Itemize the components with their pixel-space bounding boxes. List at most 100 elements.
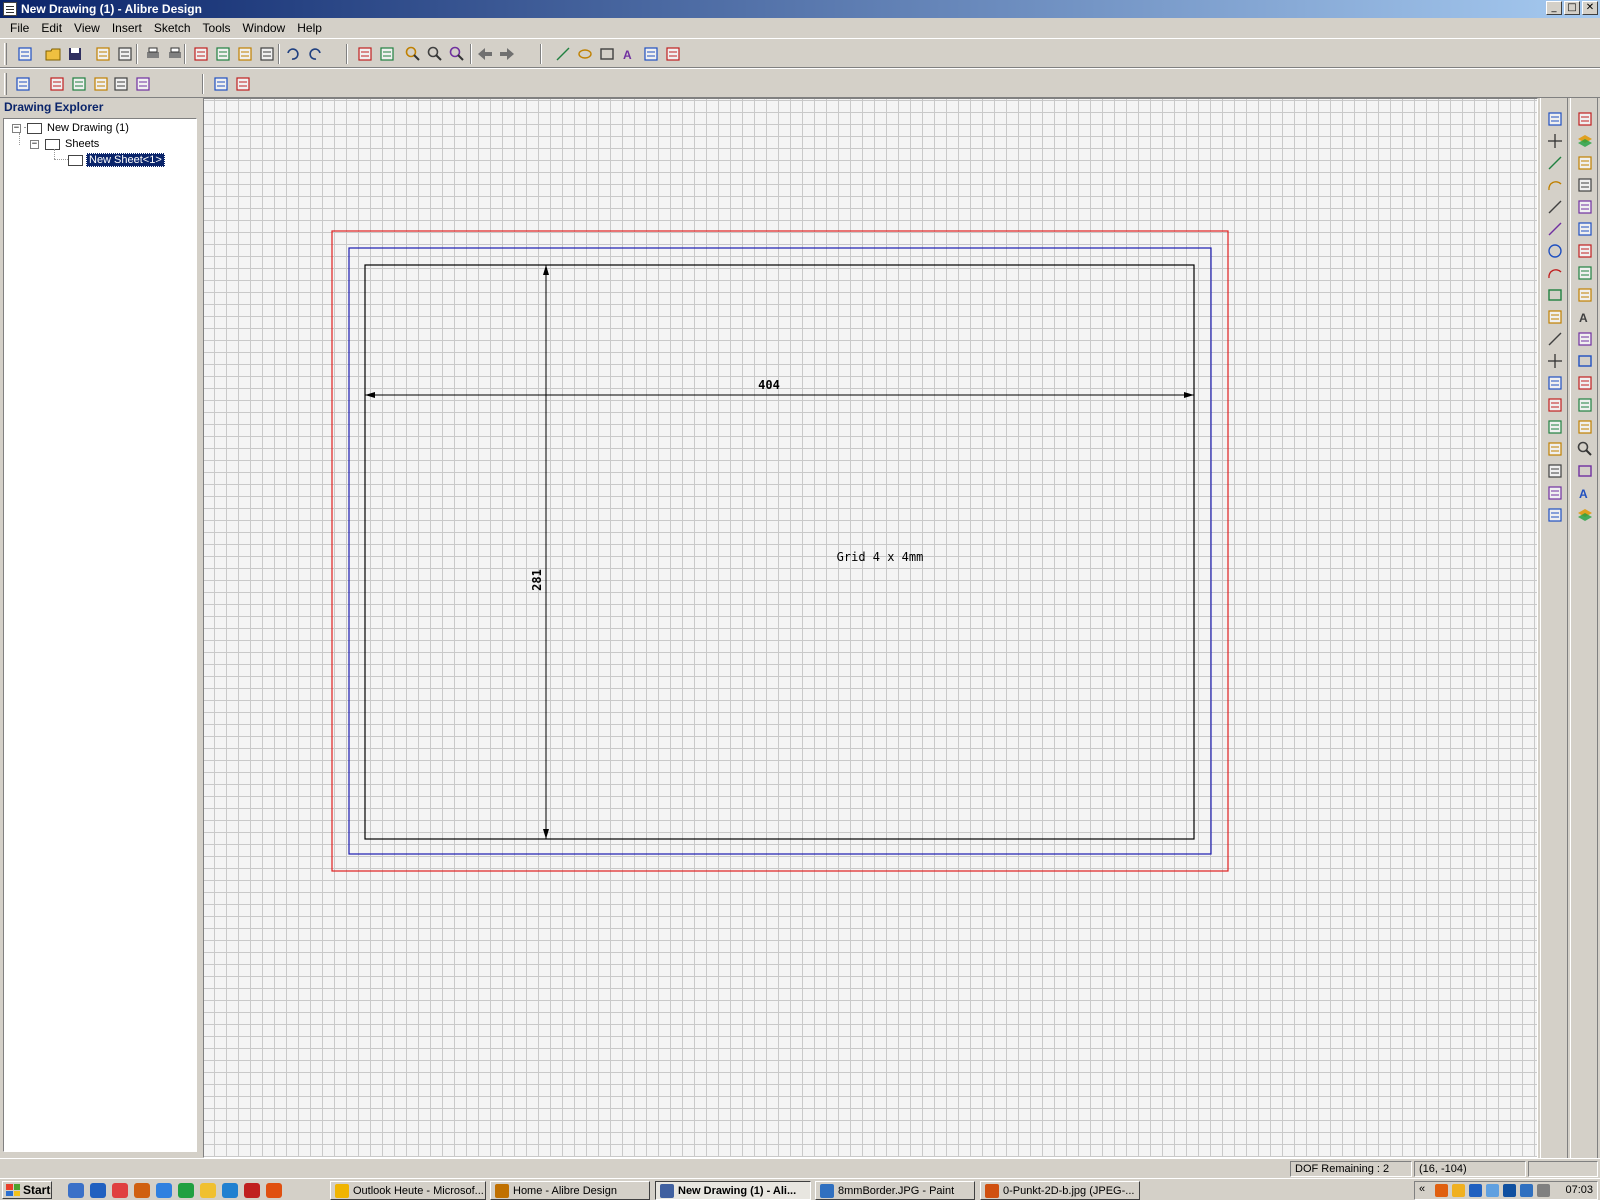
drawing-canvas[interactable]: 404 281 Grid 4 x 4mm: [203, 98, 1538, 1158]
forward-arrow-icon[interactable]: [498, 45, 516, 63]
mirror-icon[interactable]: [1546, 506, 1564, 524]
tray-app-icon[interactable]: [1486, 1184, 1499, 1197]
line-icon[interactable]: [1546, 154, 1564, 172]
revision-icon[interactable]: [1576, 374, 1594, 392]
open-icon[interactable]: [44, 45, 62, 63]
diagonal-line-icon[interactable]: [1546, 198, 1564, 216]
taskbar-button[interactable]: 0-Punkt-2D-b.jpg (JPEG-...: [980, 1181, 1140, 1200]
skype-icon[interactable]: [222, 1183, 238, 1198]
hatch-icon[interactable]: [1546, 374, 1564, 392]
new-icon[interactable]: [16, 45, 34, 63]
arc-icon[interactable]: [1546, 264, 1564, 282]
print-preview-icon[interactable]: [166, 45, 184, 63]
zoom-window-icon[interactable]: [426, 45, 444, 63]
properties-icon[interactable]: [1576, 154, 1594, 172]
bom-icon[interactable]: [1576, 176, 1594, 194]
ellipse-icon[interactable]: [576, 45, 594, 63]
collapse-icon[interactable]: −: [12, 123, 21, 133]
menu-view[interactable]: View: [68, 21, 106, 35]
point-icon[interactable]: [1546, 352, 1564, 370]
close-button[interactable]: ✕: [1582, 1, 1598, 15]
check-icon[interactable]: [1576, 396, 1594, 414]
taskbar-button[interactable]: New Drawing (1) - Ali...: [655, 1181, 811, 1200]
menu-tools[interactable]: Tools: [197, 21, 237, 35]
menu-window[interactable]: Window: [237, 21, 292, 35]
menu-help[interactable]: Help: [291, 21, 328, 35]
hole-table-icon[interactable]: [1576, 352, 1594, 370]
tool-icon[interactable]: [244, 1183, 260, 1198]
weld-icon[interactable]: [1576, 220, 1594, 238]
insert-view-icon[interactable]: [14, 75, 32, 93]
drawing-sheet[interactable]: 404 281 Grid 4 x 4mm: [204, 99, 1538, 1158]
delete-icon[interactable]: [258, 45, 276, 63]
copy-icon[interactable]: [214, 45, 232, 63]
outlook-icon[interactable]: [200, 1183, 216, 1198]
datum-icon[interactable]: [1576, 264, 1594, 282]
select-window-icon[interactable]: [378, 45, 396, 63]
tray-app-icon[interactable]: [1537, 1184, 1550, 1197]
menu-sketch[interactable]: Sketch: [148, 21, 197, 35]
fillet-icon[interactable]: [1546, 440, 1564, 458]
gd-t-icon[interactable]: [1576, 330, 1594, 348]
tree-label-drawing[interactable]: New Drawing (1): [45, 122, 131, 134]
polygon-icon[interactable]: [1546, 308, 1564, 326]
firefox-icon[interactable]: [134, 1183, 150, 1198]
paste-icon[interactable]: [236, 45, 254, 63]
media-icon[interactable]: [156, 1183, 172, 1198]
collapse-icon[interactable]: −: [30, 139, 39, 149]
copy-doc-icon[interactable]: [94, 45, 112, 63]
circle-icon[interactable]: [1546, 242, 1564, 260]
chamfer-icon[interactable]: [1546, 462, 1564, 480]
arc-dot-icon[interactable]: [1546, 176, 1564, 194]
save-icon[interactable]: [66, 45, 84, 63]
tray-app-icon[interactable]: [1469, 1184, 1482, 1197]
menu-insert[interactable]: Insert: [106, 21, 148, 35]
minimize-button[interactable]: _: [1546, 1, 1562, 15]
app-icon[interactable]: [3, 2, 17, 16]
zoom-icon[interactable]: [448, 45, 466, 63]
tray-expand-icon[interactable]: «: [1419, 1183, 1425, 1195]
hatch-icon[interactable]: [664, 45, 682, 63]
desktop-icon[interactable]: [68, 1183, 84, 1198]
sketch-line-icon[interactable]: [554, 45, 572, 63]
undo-icon[interactable]: [284, 45, 302, 63]
text-icon[interactable]: A: [620, 45, 638, 63]
rectangle-icon[interactable]: [1546, 286, 1564, 304]
table-icon[interactable]: [1576, 462, 1594, 480]
dimension-view-icon[interactable]: [134, 75, 152, 93]
tree-node-sheets[interactable]: − Sheets: [30, 136, 101, 152]
sheet-add-icon[interactable]: [212, 75, 230, 93]
tree-node-drawing[interactable]: − New Drawing (1): [12, 120, 131, 136]
vertical-dimension-label[interactable]: 281: [530, 569, 544, 591]
balloon-icon[interactable]: [1576, 198, 1594, 216]
new-sheet-icon[interactable]: [1576, 110, 1594, 128]
select-icon[interactable]: [356, 45, 374, 63]
offset-icon[interactable]: [1546, 484, 1564, 502]
angle-icon[interactable]: [1576, 418, 1594, 436]
center-mark-icon[interactable]: [1576, 286, 1594, 304]
horizontal-dimension-label[interactable]: 404: [758, 378, 780, 392]
tray-app-icon[interactable]: [1503, 1184, 1516, 1197]
zoom-in-icon[interactable]: [404, 45, 422, 63]
cut-icon[interactable]: [192, 45, 210, 63]
app-icon[interactable]: [112, 1183, 128, 1198]
messenger-icon[interactable]: [178, 1183, 194, 1198]
layer-stack-icon[interactable]: [1576, 506, 1594, 524]
search-icon[interactable]: [1576, 440, 1594, 458]
taskbar-button[interactable]: Home - Alibre Design: [490, 1181, 650, 1200]
trim-icon[interactable]: [1546, 396, 1564, 414]
print-icon[interactable]: [144, 45, 162, 63]
ie-icon[interactable]: [90, 1183, 106, 1198]
line2-icon[interactable]: [1546, 220, 1564, 238]
text-style-icon[interactable]: A: [1576, 484, 1594, 502]
taskbar-button[interactable]: Outlook Heute - Microsof...: [330, 1181, 486, 1200]
sketch-icon[interactable]: [1546, 110, 1564, 128]
explorer-tree[interactable]: − New Drawing (1) − Sheets New Sheet<1>: [3, 118, 197, 1152]
standard-view-icon[interactable]: [48, 75, 66, 93]
rectangle-icon[interactable]: [598, 45, 616, 63]
paste-doc-icon[interactable]: [116, 45, 134, 63]
tray-app-icon[interactable]: [1520, 1184, 1533, 1197]
redo-icon[interactable]: [306, 45, 324, 63]
surface-finish-icon[interactable]: [1576, 242, 1594, 260]
sheet-remove-icon[interactable]: [234, 75, 252, 93]
